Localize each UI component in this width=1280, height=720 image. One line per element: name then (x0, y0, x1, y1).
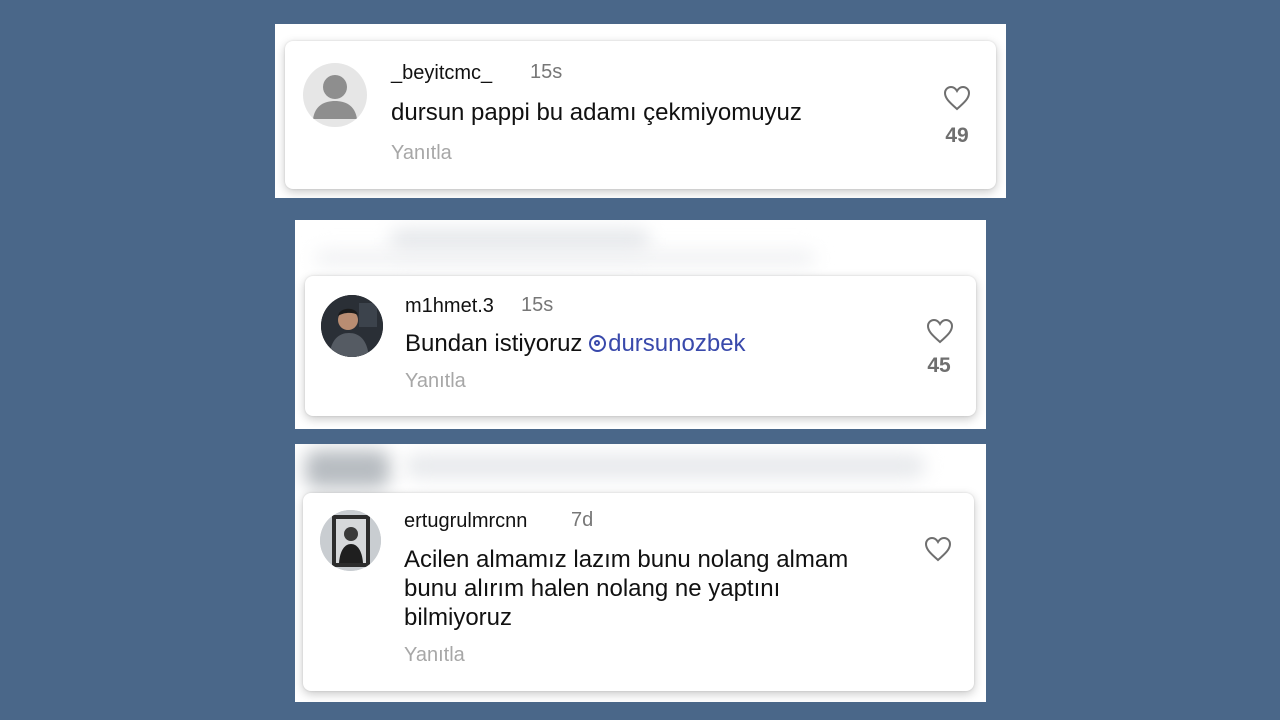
comment-text-line-2: bunu alırım halen nolang ne yaptını (404, 575, 781, 602)
comment-timestamp: 15s (530, 61, 563, 83)
like-count: 45 (927, 354, 951, 377)
comment-timestamp: 15s (521, 294, 554, 316)
comment-username[interactable]: ertugrulmrcnn (404, 510, 527, 533)
reply-button[interactable]: Yanıtla (405, 370, 466, 393)
threads-mention-icon (589, 335, 607, 352)
comment-card-2: m1hmet.3 15s Bundan istiyoruz dursunozbe… (305, 276, 976, 416)
comment-panel-1: _beyitcmc_ 15s dursun pappi bu adamı çek… (275, 24, 1006, 198)
comment-username[interactable]: _beyitcmc_ (391, 62, 492, 85)
user-photo-icon (321, 295, 383, 357)
heart-icon[interactable] (926, 318, 954, 344)
heart-icon[interactable] (924, 536, 952, 562)
user-photo-icon (320, 510, 381, 571)
avatar[interactable] (320, 510, 381, 571)
avatar[interactable] (321, 295, 383, 357)
comment-card-1: _beyitcmc_ 15s dursun pappi bu adamı çek… (285, 41, 996, 189)
blurred-content (305, 450, 390, 488)
comment-text: dursun pappi bu adamı çekmiyomuyuz (391, 99, 802, 126)
like-count: 49 (945, 124, 969, 147)
blurred-content (315, 250, 815, 266)
blurred-content (405, 454, 925, 478)
comment-text: Bundan istiyoruz dursunozbek (405, 330, 746, 358)
comment-username[interactable]: m1hmet.3 (405, 295, 494, 318)
comment-panel-2: m1hmet.3 15s Bundan istiyoruz dursunozbe… (295, 220, 986, 429)
reply-button[interactable]: Yanıtla (391, 142, 452, 165)
comment-text-line-3: bilmiyoruz (404, 604, 513, 631)
comment-timestamp: 7d (571, 509, 594, 531)
default-user-icon (313, 75, 357, 119)
mention-username[interactable]: dursunozbek (608, 330, 745, 357)
comment-text-body: Bundan istiyoruz (405, 330, 590, 357)
comment-panel-3: ertugrulmrcnn 7d Acilen almamız lazım bu… (295, 444, 986, 702)
avatar[interactable] (303, 63, 367, 127)
mention-link[interactable]: dursunozbek (589, 330, 746, 357)
heart-icon[interactable] (943, 85, 971, 111)
reply-button[interactable]: Yanıtla (404, 644, 465, 667)
comment-card-3: ertugrulmrcnn 7d Acilen almamız lazım bu… (303, 493, 974, 691)
comment-text-line-1: Acilen almamız lazım bunu nolang almam (404, 546, 849, 573)
